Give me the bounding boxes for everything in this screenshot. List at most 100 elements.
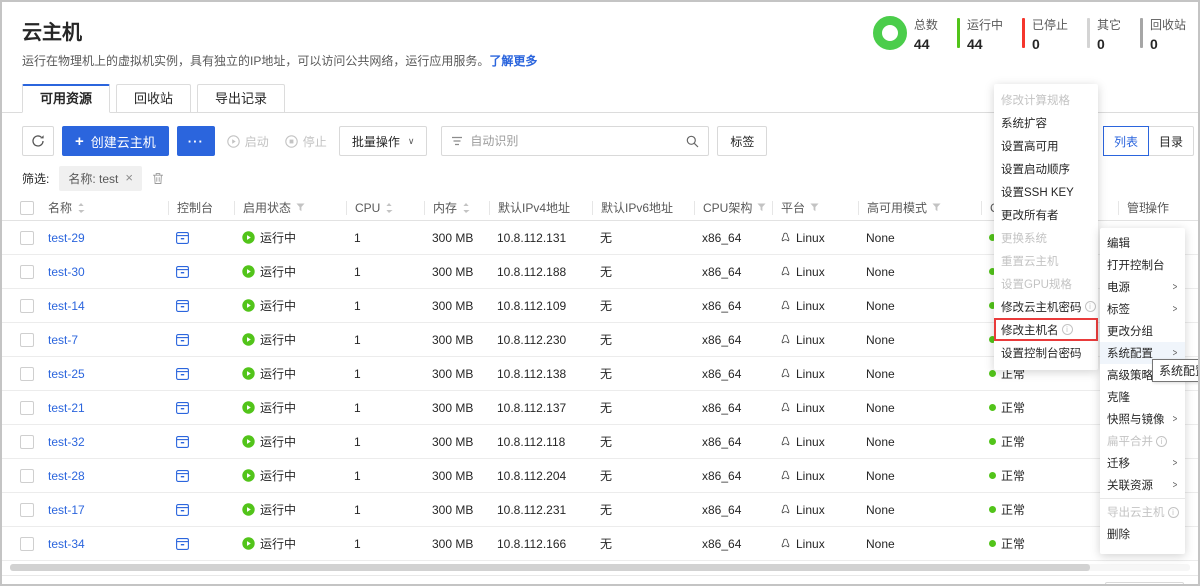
filter-lines-icon bbox=[451, 136, 463, 146]
more-actions-button[interactable]: ··· bbox=[177, 126, 215, 156]
ha-cell: None bbox=[858, 367, 981, 381]
tag-button[interactable]: 标签 bbox=[717, 126, 767, 156]
vm-name-link[interactable]: test-25 bbox=[48, 367, 85, 381]
console-icon[interactable] bbox=[176, 334, 189, 346]
page-size-select[interactable]: 10 项/页∨ bbox=[1105, 582, 1184, 586]
console-icon[interactable] bbox=[176, 232, 189, 244]
console-icon[interactable] bbox=[176, 538, 189, 550]
console-icon[interactable] bbox=[176, 300, 189, 312]
console-icon[interactable] bbox=[176, 504, 189, 516]
system-config-submenu: 修改计算规格系统扩容设置高可用设置启动顺序设置SSH KEY更改所有者更换系统重… bbox=[994, 84, 1098, 370]
vm-name-link[interactable]: test-34 bbox=[48, 537, 85, 551]
start-button[interactable]: 启动 bbox=[223, 126, 273, 156]
menu-item-label: 修改主机名 bbox=[1001, 322, 1059, 338]
row-checkbox[interactable] bbox=[20, 469, 34, 483]
context-menu-item-更改分组[interactable]: 更改分组 bbox=[1100, 320, 1185, 342]
submenu-item-修改云主机密码[interactable]: 修改云主机密码i bbox=[994, 295, 1098, 318]
context-menu-item-迁移[interactable]: 迁移> bbox=[1100, 452, 1185, 474]
context-menu-item-删除[interactable]: 删除 bbox=[1100, 523, 1185, 545]
vm-name-link[interactable]: test-29 bbox=[48, 231, 85, 245]
row-checkbox[interactable] bbox=[20, 265, 34, 279]
running-status-icon bbox=[242, 299, 255, 312]
list-view-button[interactable]: 列表 bbox=[1103, 126, 1149, 156]
select-all-checkbox[interactable] bbox=[20, 201, 34, 215]
vm-name-cell: test-7 bbox=[48, 333, 168, 347]
submenu-item-更改所有者[interactable]: 更改所有者 bbox=[994, 203, 1098, 226]
console-icon[interactable] bbox=[176, 368, 189, 380]
ipv6-value: 无 bbox=[600, 433, 612, 450]
arch-cell: x86_64 bbox=[694, 299, 772, 313]
row-checkbox[interactable] bbox=[20, 537, 34, 551]
console-icon[interactable] bbox=[176, 436, 189, 448]
context-menu-item-关联资源[interactable]: 关联资源> bbox=[1100, 474, 1185, 496]
submenu-item-设置SSH KEY[interactable]: 设置SSH KEY bbox=[994, 180, 1098, 203]
agent-state-cell: 正常 bbox=[981, 535, 1118, 552]
row-checkbox[interactable] bbox=[20, 299, 34, 313]
submenu-item-设置高可用[interactable]: 设置高可用 bbox=[994, 134, 1098, 157]
linux-icon bbox=[780, 266, 791, 278]
tab-可用资源[interactable]: 可用资源 bbox=[22, 84, 110, 113]
clear-filters-trash-icon[interactable] bbox=[152, 172, 164, 185]
chip-close-icon[interactable]: × bbox=[125, 173, 133, 183]
menu-item-label: 设置SSH KEY bbox=[1001, 184, 1074, 200]
search-icon[interactable] bbox=[686, 135, 699, 148]
console-icon[interactable] bbox=[176, 402, 189, 414]
vm-name-link[interactable]: test-7 bbox=[48, 333, 78, 347]
table-row-test-34: test-34运行中1300 MB10.8.112.166无x86_64Linu… bbox=[2, 527, 1198, 561]
row-checkbox[interactable] bbox=[20, 333, 34, 347]
tab-回收站[interactable]: 回收站 bbox=[116, 84, 191, 113]
cpu-value: 1 bbox=[354, 231, 361, 245]
agent-state-value: 正常 bbox=[1001, 433, 1025, 450]
stop-label: 停止 bbox=[303, 133, 327, 150]
vm-name-link[interactable]: test-14 bbox=[48, 299, 85, 313]
submenu-item-设置控制台密码[interactable]: 设置控制台密码 bbox=[994, 341, 1098, 364]
menu-item-label: 设置控制台密码 bbox=[1001, 345, 1082, 361]
status-cell: 运行中 bbox=[234, 365, 346, 382]
tab-导出记录[interactable]: 导出记录 bbox=[197, 84, 285, 113]
context-menu-item-快照与镜像[interactable]: 快照与镜像> bbox=[1100, 408, 1185, 430]
submenu-item-系统扩容[interactable]: 系统扩容 bbox=[994, 111, 1098, 134]
context-menu-item-克隆[interactable]: 克隆 bbox=[1100, 386, 1185, 408]
create-vm-button[interactable]: +创建云主机 bbox=[62, 126, 169, 156]
vm-name-link[interactable]: test-21 bbox=[48, 401, 85, 415]
refresh-icon bbox=[31, 134, 45, 148]
cpu-cell: 1 bbox=[346, 333, 424, 347]
stop-button[interactable]: 停止 bbox=[281, 126, 331, 156]
context-menu-item-标签[interactable]: 标签> bbox=[1100, 298, 1185, 320]
submenu-item-修改主机名[interactable]: 修改主机名i bbox=[994, 318, 1098, 341]
console-icon[interactable] bbox=[176, 470, 189, 482]
row-checkbox[interactable] bbox=[20, 231, 34, 245]
platform-value: Linux bbox=[796, 367, 825, 381]
card-view-button[interactable]: 目录 bbox=[1148, 126, 1194, 156]
status-label: 运行中 bbox=[260, 467, 296, 484]
row-checkbox-cell bbox=[20, 435, 48, 449]
menu-item-label: 系统配置 bbox=[1107, 345, 1153, 361]
vm-name-link[interactable]: test-30 bbox=[48, 265, 85, 279]
vm-name-cell: test-30 bbox=[48, 265, 168, 279]
refresh-button[interactable] bbox=[22, 126, 54, 156]
status-cell: 运行中 bbox=[234, 297, 346, 314]
batch-actions-button[interactable]: 批量操作∨ bbox=[339, 126, 428, 156]
context-menu-item-电源[interactable]: 电源> bbox=[1100, 276, 1185, 298]
scrollbar-thumb[interactable] bbox=[10, 564, 1090, 571]
row-checkbox[interactable] bbox=[20, 401, 34, 415]
submenu-item-设置启动顺序[interactable]: 设置启动顺序 bbox=[994, 157, 1098, 180]
row-checkbox[interactable] bbox=[20, 503, 34, 517]
filter-icon bbox=[757, 203, 766, 212]
row-checkbox[interactable] bbox=[20, 367, 34, 381]
arch-cell: x86_64 bbox=[694, 367, 772, 381]
vm-name-link[interactable]: test-28 bbox=[48, 469, 85, 483]
vm-name-link[interactable]: test-32 bbox=[48, 435, 85, 449]
console-icon[interactable] bbox=[176, 266, 189, 278]
memory-value: 300 MB bbox=[432, 333, 473, 347]
ha-value: None bbox=[866, 469, 895, 483]
learn-more-link[interactable]: 了解更多 bbox=[489, 54, 537, 68]
vm-name-link[interactable]: test-17 bbox=[48, 503, 85, 517]
context-menu-item-编辑[interactable]: 编辑 bbox=[1100, 232, 1185, 254]
console-cell bbox=[168, 334, 234, 346]
context-menu-item-打开控制台[interactable]: 打开控制台 bbox=[1100, 254, 1185, 276]
row-checkbox[interactable] bbox=[20, 435, 34, 449]
platform-value: Linux bbox=[796, 299, 825, 313]
search-input[interactable] bbox=[470, 134, 679, 148]
ha-cell: None bbox=[858, 231, 981, 245]
